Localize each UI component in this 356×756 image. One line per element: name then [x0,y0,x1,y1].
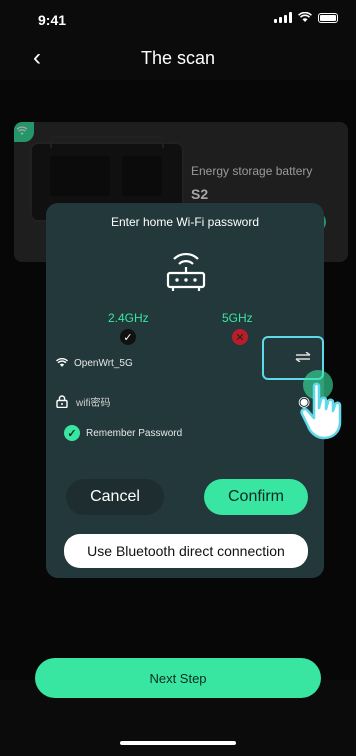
band-24ghz-label: 2.4GHz [108,311,149,325]
wifi-ssid: OpenWrt_5G [74,357,133,369]
scan-screen: 9:41 ‹ The scan Energy storage battery S… [0,0,356,756]
cancel-button[interactable]: Cancel [66,479,164,515]
confirm-button[interactable]: Confirm [204,479,308,515]
password-row[interactable]: wifi密码 [56,391,110,411]
swap-icon[interactable] [294,352,312,362]
close-icon: ✕ [232,329,248,345]
dialog-title: Enter home Wi-Fi password [110,215,260,229]
battery-icon [318,12,338,23]
status-time: 9:41 [38,12,67,28]
nav-bar: ‹ The scan [0,40,356,80]
wifi-icon [56,358,68,367]
pointing-hand-icon [300,382,342,440]
wifi-password-dialog: Enter home Wi-Fi password 2.4GHz 5GHz ✓ … [46,203,324,578]
password-input[interactable]: wifi密码 [76,394,110,409]
wifi-ssid-row: OpenWrt_5G [56,353,133,373]
band-5ghz-label: 5GHz [222,311,253,325]
signal-icon [274,12,292,23]
home-indicator [120,741,236,745]
next-step-button[interactable]: Next Step [35,658,321,698]
remember-password-toggle[interactable]: ✓ Remember Password [64,425,182,441]
bluetooth-connection-button[interactable]: Use Bluetooth direct connection [64,534,308,568]
wifi-status-icon [298,12,312,22]
check-icon: ✓ [120,329,136,345]
router-icon [166,252,206,291]
remember-password-label: Remember Password [86,427,183,439]
page-title: The scan [140,48,216,68]
status-bar: 9:41 [0,0,356,36]
checkbox-checked-icon[interactable]: ✓ [64,425,80,441]
status-icons [274,12,338,23]
lock-icon [56,394,68,408]
